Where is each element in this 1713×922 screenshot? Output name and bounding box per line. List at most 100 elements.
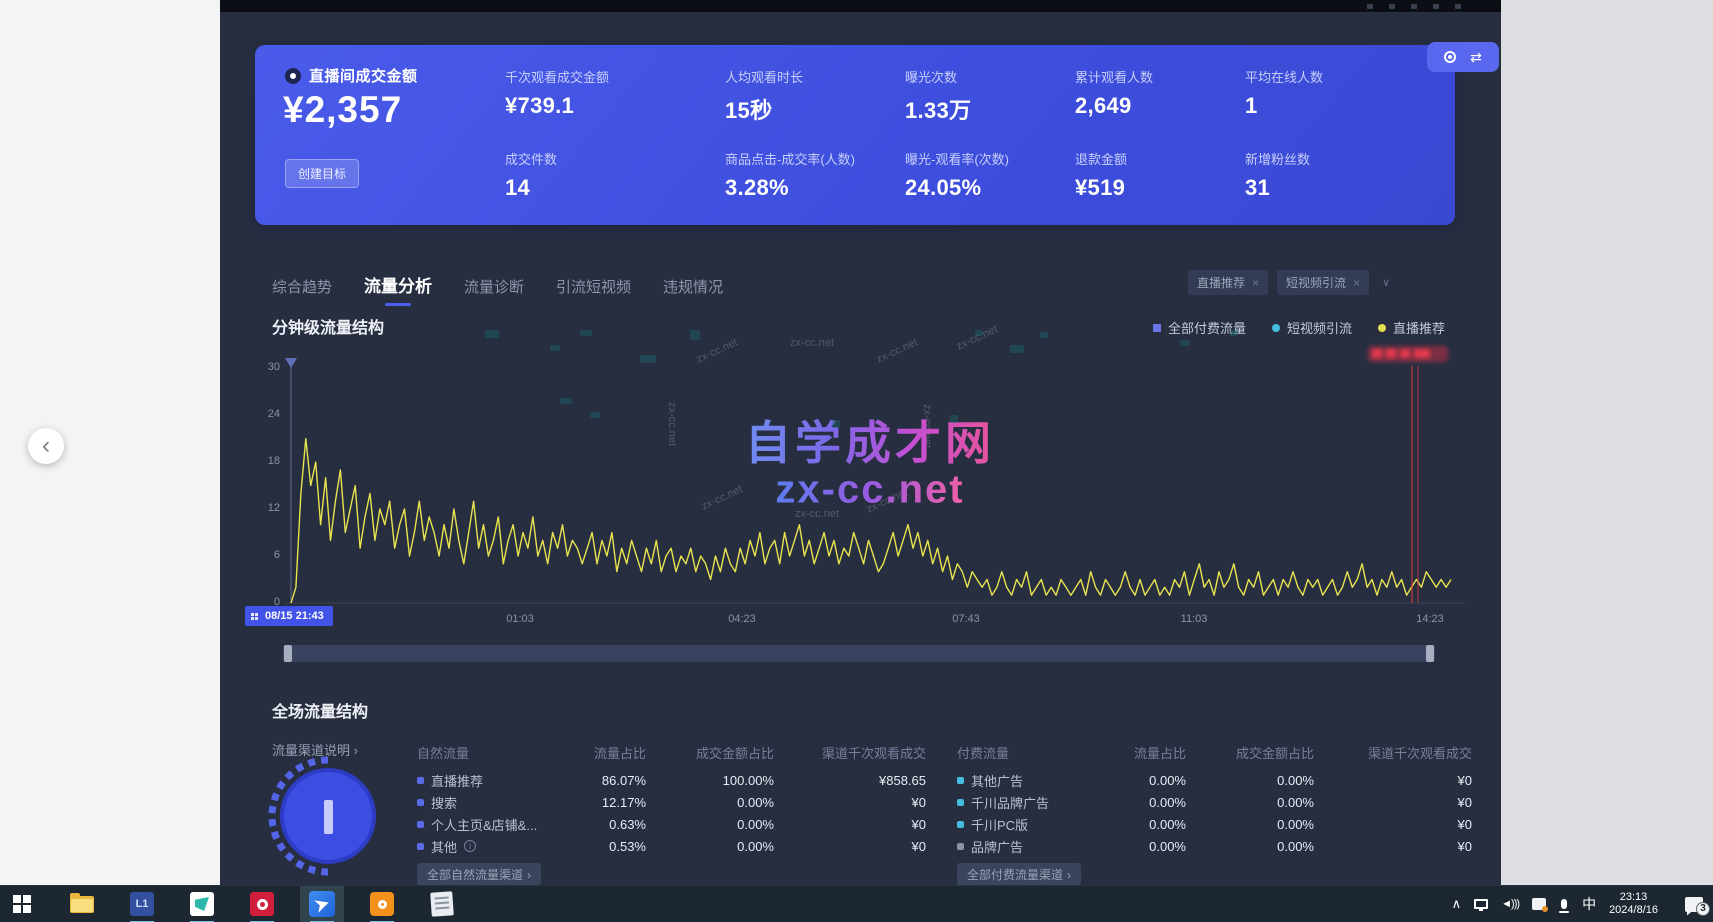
table-cell-value: 0.00% bbox=[1186, 795, 1314, 810]
gear-icon[interactable] bbox=[1444, 51, 1456, 63]
slider-handle-right[interactable] bbox=[1426, 645, 1434, 662]
column-header: 成交金额占比 bbox=[646, 743, 774, 762]
banner-metric: 曝光-观看率(次数)24.05% bbox=[905, 149, 1075, 201]
taskbar-app-l1[interactable]: L1 bbox=[120, 886, 164, 922]
legend-item[interactable]: 直播推荐 bbox=[1378, 318, 1445, 337]
banner-metric: 平均在线人数1 bbox=[1245, 67, 1435, 125]
table-cell-value: 0.00% bbox=[1186, 773, 1314, 788]
artifact-blob bbox=[1230, 330, 1238, 336]
table-cell-value: 0.00% bbox=[646, 795, 774, 810]
tab-4[interactable]: 违规情况 bbox=[663, 276, 723, 306]
close-icon[interactable]: × bbox=[1252, 277, 1259, 289]
close-icon[interactable]: × bbox=[1353, 277, 1360, 289]
swap-icon[interactable]: ⇄ bbox=[1470, 50, 1482, 64]
footer-label: 全部付费流量渠道 bbox=[967, 868, 1063, 882]
info-icon[interactable]: i bbox=[464, 840, 476, 852]
taskbar-clock[interactable]: 23:13 2024/8/16 bbox=[1609, 891, 1658, 917]
network-icon[interactable] bbox=[1474, 899, 1488, 909]
watermark-text: zx-cc.net bbox=[955, 323, 1000, 352]
legend-marker bbox=[1272, 324, 1280, 332]
channel-label: 个人主页&店铺&... bbox=[417, 815, 562, 834]
watermark-text: zx-cc.net bbox=[790, 337, 834, 349]
channel-label: 其他i bbox=[417, 837, 562, 856]
y-tick-label: 30 bbox=[256, 361, 280, 373]
channel-name: 个人主页&店铺&... bbox=[431, 815, 537, 834]
column-header: 流量占比 bbox=[1102, 743, 1186, 762]
legend-label: 短视频引流 bbox=[1287, 318, 1352, 337]
table-footer-link[interactable]: 全部付费流量渠道› bbox=[957, 863, 1081, 885]
chevron-right-icon: › bbox=[527, 868, 531, 882]
create-goal-button[interactable]: 创建目标 bbox=[285, 159, 359, 188]
artifact-blob bbox=[975, 330, 983, 336]
taskbar-notepad[interactable] bbox=[420, 886, 464, 922]
channel-dot bbox=[417, 843, 424, 850]
taskbar-app-orange[interactable] bbox=[360, 886, 404, 922]
windows-logo-icon bbox=[13, 895, 31, 913]
artifact-blob bbox=[832, 420, 840, 428]
channel-name: 千川品牌广告 bbox=[971, 793, 1049, 812]
l1-app-icon: L1 bbox=[130, 892, 154, 916]
metric-label: 商品点击-成交率(人数) bbox=[725, 149, 905, 168]
table-cell-value: 0.63% bbox=[562, 817, 646, 832]
screenshot-tool-icon[interactable] bbox=[1532, 898, 1546, 910]
slider-handle-left[interactable] bbox=[284, 645, 292, 662]
chart-range-slider[interactable] bbox=[283, 645, 1435, 662]
channel-dot bbox=[417, 777, 424, 784]
artifact-blob bbox=[560, 398, 572, 404]
paid-traffic-table: 付费流量流量占比成交金额占比渠道千次观看成交其他广告0.00%0.00%¥0千川… bbox=[957, 742, 1472, 885]
overall-section-title: 全场流量结构 bbox=[272, 698, 368, 722]
legend-label: 直播推荐 bbox=[1393, 318, 1445, 337]
top-bar-icon bbox=[1455, 4, 1461, 9]
metric-value: 1 bbox=[1245, 93, 1435, 119]
metric-value: ¥519 bbox=[1075, 175, 1245, 201]
page-right-margin bbox=[1501, 0, 1713, 885]
ime-indicator[interactable]: 中 bbox=[1582, 894, 1596, 914]
filter-tag[interactable]: 短视频引流× bbox=[1277, 270, 1369, 295]
channel-name: 搜索 bbox=[431, 793, 457, 812]
taskbar-app-recorder[interactable] bbox=[240, 886, 284, 922]
orange-app-icon bbox=[370, 892, 394, 916]
artifact-blob bbox=[485, 330, 499, 338]
artifact-blob bbox=[950, 415, 958, 423]
table-row: 品牌广告0.00%0.00%¥0 bbox=[957, 835, 1472, 857]
tab-0[interactable]: 综合趋势 bbox=[272, 276, 332, 306]
tab-2[interactable]: 流量诊断 bbox=[464, 276, 524, 306]
channel-label: 搜索 bbox=[417, 793, 562, 812]
table-group-name: 付费流量 bbox=[957, 743, 1102, 762]
table-cell-value: 86.07% bbox=[562, 773, 646, 788]
metric-value: 2,649 bbox=[1075, 93, 1245, 119]
chevron-down-icon[interactable]: ∨ bbox=[1382, 276, 1390, 289]
taskbar-file-explorer[interactable] bbox=[60, 886, 104, 922]
carousel-prev-button[interactable]: ‹ bbox=[28, 428, 64, 464]
channel-name: 品牌广告 bbox=[971, 837, 1023, 856]
table-footer-link[interactable]: 全部自然流量渠道 › bbox=[417, 863, 541, 885]
table-cell-value: 100.00% bbox=[646, 773, 774, 788]
x-tick-label: 04:23 bbox=[728, 613, 756, 625]
screen: ‹ 直播间成交金额 ¥2,357 创建目标 千次观看成交金额¥739.1人均观看… bbox=[0, 0, 1713, 922]
microphone-icon[interactable] bbox=[1561, 899, 1567, 909]
filter-tag[interactable]: 直播推荐× bbox=[1188, 270, 1268, 295]
channel-name: 直播推荐 bbox=[431, 771, 483, 790]
tab-3[interactable]: 引流短视频 bbox=[556, 276, 631, 306]
legend-item[interactable]: 短视频引流 bbox=[1272, 318, 1352, 337]
tab-1[interactable]: 流量分析 bbox=[364, 272, 432, 306]
footer-label: 全部自然流量渠道 bbox=[427, 868, 523, 882]
banner-metric: 千次观看成交金额¥739.1 bbox=[505, 67, 725, 125]
red-annotation bbox=[1368, 346, 1448, 362]
table-row: 直播推荐 86.07%100.00%¥858.65 bbox=[417, 769, 926, 791]
taskbar-app-teal[interactable] bbox=[180, 886, 224, 922]
watermark-text: zx-cc.net bbox=[666, 402, 678, 446]
volume-icon[interactable]: ◄))) bbox=[1501, 898, 1519, 910]
column-header: 渠道千次观看成交 bbox=[774, 743, 926, 762]
table-cell-value: ¥858.65 bbox=[774, 773, 926, 788]
channel-label: 直播推荐 bbox=[417, 771, 562, 790]
teal-app-icon bbox=[190, 892, 214, 916]
start-button[interactable] bbox=[0, 886, 44, 922]
system-tray: ∧ ◄))) 中 23:13 2024/8/16 3 bbox=[1452, 886, 1713, 922]
traffic-donut-chart bbox=[264, 752, 392, 880]
metric-label: 千次观看成交金额 bbox=[505, 67, 725, 86]
notification-center-icon[interactable]: 3 bbox=[1685, 897, 1703, 912]
chevron-up-icon[interactable]: ∧ bbox=[1452, 896, 1462, 912]
taskbar-app-browser[interactable] bbox=[300, 886, 344, 922]
metric-value: 31 bbox=[1245, 175, 1435, 201]
